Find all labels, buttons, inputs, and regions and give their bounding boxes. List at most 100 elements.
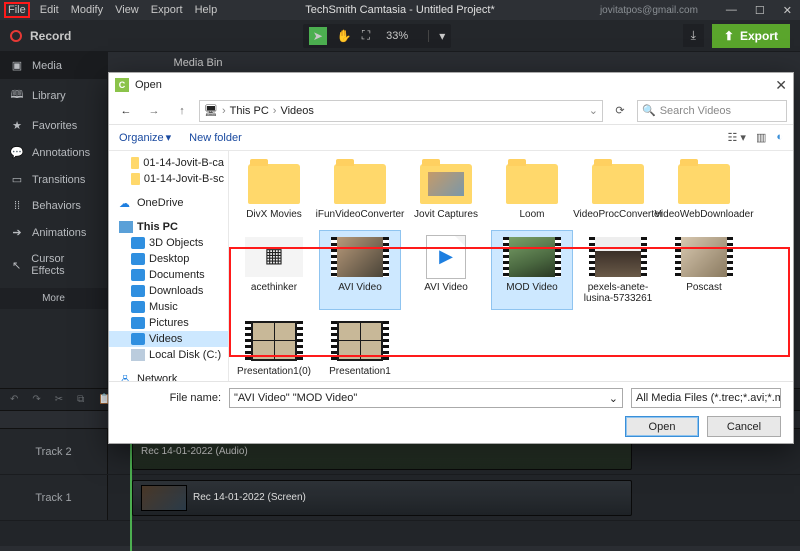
preview-pane-icon[interactable]: ▥ — [756, 131, 766, 144]
cut-icon[interactable]: ✂ — [55, 394, 63, 405]
open-button[interactable]: Open — [625, 416, 699, 437]
file-presentation1-0[interactable]: Presentation1(0) — [233, 314, 315, 382]
file-acethinker[interactable]: ▦acethinker — [233, 230, 315, 310]
zoom-value[interactable]: 33% — [380, 30, 429, 42]
breadcrumb[interactable]: 🖥› This PC› Videos ⌄ — [199, 100, 603, 122]
redo-icon[interactable]: ↷ — [32, 394, 40, 405]
dialog-close-icon[interactable]: ✕ — [775, 77, 787, 94]
star-icon: ★ — [10, 119, 24, 132]
tree-thispc[interactable]: This PC — [109, 219, 228, 235]
cancel-button[interactable]: Cancel — [707, 416, 781, 437]
window-controls: jovitatpos@gmail.com — ☐ ✕ — [600, 0, 792, 20]
nav-animations[interactable]: ➔Animations — [0, 219, 107, 246]
nav-behaviors[interactable]: ⁞⁞Behaviors — [0, 193, 107, 219]
hand-tool-icon[interactable]: ✋ — [337, 29, 352, 43]
tree-music[interactable]: Music — [109, 299, 228, 315]
nav-annotations[interactable]: 💬Annotations — [0, 139, 107, 166]
tree-pictures[interactable]: Pictures — [109, 315, 228, 331]
crumb-pc[interactable]: This PC — [230, 105, 269, 117]
tree-folder-1[interactable]: 01-14-Jovit-B-ca — [109, 155, 228, 171]
cursor-icon: ↖ — [10, 259, 23, 272]
file-pexels[interactable]: pexels-anete-lusina-5733261 — [577, 230, 659, 310]
play-icon: ▶ — [427, 236, 465, 278]
folder-videoproc[interactable]: VideoProcConverter — [577, 157, 659, 226]
tree-videos[interactable]: Videos — [109, 331, 228, 347]
maximize-icon[interactable]: ☐ — [755, 4, 765, 17]
file-grid[interactable]: DivX Movies iFunVideoConverter Jovit Cap… — [229, 151, 793, 381]
user-email: jovitatpos@gmail.com — [600, 5, 698, 16]
track-1-header[interactable]: Track 1 — [0, 475, 108, 520]
export-button[interactable]: ⬆Export — [712, 24, 790, 48]
folder-ifun[interactable]: iFunVideoConverter — [319, 157, 401, 226]
camtasia-logo-icon: C — [115, 78, 129, 92]
help-icon[interactable]: ◐ — [776, 131, 783, 144]
new-folder-button[interactable]: New folder — [189, 132, 242, 144]
tree-localdisk[interactable]: Local Disk (C:) — [109, 347, 228, 363]
minimize-icon[interactable]: — — [726, 4, 737, 16]
pc-icon: 🖥 — [204, 104, 218, 117]
dialog-footer: File name: "AVI Video" "MOD Video"⌄ All … — [109, 381, 793, 443]
share-button[interactable]: ⤓ — [683, 24, 704, 47]
nav-cursor-effects[interactable]: ↖Cursor Effects — [0, 246, 107, 284]
track-1[interactable]: Track 1 Rec 14-01-2022 (Screen) — [0, 475, 800, 521]
clip-video[interactable]: Rec 14-01-2022 (Screen) — [132, 480, 632, 516]
crumb-videos[interactable]: Videos — [280, 105, 313, 117]
folder-divx[interactable]: DivX Movies — [233, 157, 315, 226]
dialog-toolbar: Organize ▾ New folder ☷ ▾ ▥ ◐ — [109, 125, 793, 151]
tree-3dobjects[interactable]: 3D Objects — [109, 235, 228, 251]
menu-export[interactable]: Export — [151, 4, 183, 16]
file-avi-1[interactable]: AVI Video — [319, 230, 401, 310]
crop-tool-icon[interactable]: ⛶ — [362, 28, 370, 43]
back-icon[interactable]: ← — [115, 100, 137, 122]
nav-media[interactable]: ▣Media — [0, 52, 107, 79]
file-poscast[interactable]: Poscast — [663, 230, 745, 310]
tree-downloads[interactable]: Downloads — [109, 283, 228, 299]
organize-button[interactable]: Organize ▾ — [119, 131, 171, 144]
chevron-down-icon: ▾ — [166, 131, 172, 144]
menu-view[interactable]: View — [115, 4, 139, 16]
chevron-down-icon[interactable]: ⌄ — [609, 392, 618, 405]
menu-edit[interactable]: Edit — [40, 4, 59, 16]
nav-library[interactable]: 🕮Library — [0, 79, 107, 112]
menu-help[interactable]: Help — [195, 4, 218, 16]
nav-more[interactable]: More — [0, 288, 107, 309]
dialog-titlebar: C Open ✕ — [109, 73, 793, 97]
folder-loom[interactable]: Loom — [491, 157, 573, 226]
nav-favorites[interactable]: ★Favorites — [0, 112, 107, 139]
copy-icon[interactable]: ⧉ — [77, 394, 84, 405]
file-avi-2[interactable]: ▶AVI Video — [405, 230, 487, 310]
nav-transitions[interactable]: ▭Transitions — [0, 166, 107, 193]
filename-input[interactable]: "AVI Video" "MOD Video"⌄ — [229, 388, 623, 408]
up-icon[interactable]: ↑ — [171, 100, 193, 122]
network-icon: 🖧 — [119, 373, 133, 381]
undo-icon[interactable]: ↶ — [10, 394, 18, 405]
menu-modify[interactable]: Modify — [71, 4, 103, 16]
zoom-dropdown-icon[interactable]: ▾ — [439, 29, 445, 43]
cursor-tool-icon[interactable]: ➤ — [309, 27, 327, 45]
tree-onedrive[interactable]: ☁OneDrive — [109, 195, 228, 211]
onedrive-icon: ☁ — [119, 197, 133, 209]
file-mod[interactable]: MOD Video — [491, 230, 573, 310]
media-icon: ▣ — [10, 59, 24, 72]
behaviors-icon: ⁞⁞ — [10, 200, 24, 212]
refresh-icon[interactable]: ⟳ — [609, 100, 631, 122]
close-icon[interactable]: ✕ — [783, 4, 792, 17]
forward-icon[interactable]: → — [143, 100, 165, 122]
tree-network[interactable]: 🖧Network — [109, 371, 228, 381]
view-options-icon[interactable]: ☷ ▾ — [727, 131, 745, 144]
tree-desktop[interactable]: Desktop — [109, 251, 228, 267]
tree-folder-2[interactable]: 01-14-Jovit-B-sc — [109, 171, 228, 187]
folder-jovit[interactable]: Jovit Captures — [405, 157, 487, 226]
crumb-dropdown-icon[interactable]: ⌄ — [589, 104, 598, 117]
tree-documents[interactable]: Documents — [109, 267, 228, 283]
folder-videoweb[interactable]: VideoWebDownloader — [663, 157, 745, 226]
main-toolbar: Record ➤ ✋ ⛶ 33% ▾ ⤓ ⬆Export — [0, 20, 800, 52]
file-presentation1[interactable]: Presentation1 — [319, 314, 401, 382]
search-input[interactable]: 🔍Search Videos — [637, 100, 787, 122]
folder-tree[interactable]: 01-14-Jovit-B-ca 01-14-Jovit-B-sc ☁OneDr… — [109, 151, 229, 381]
filetype-select[interactable]: All Media Files (*.trec;*.avi;*.mp⌄ — [631, 388, 781, 408]
menu-file[interactable]: File — [4, 2, 30, 18]
record-button[interactable]: Record — [30, 29, 71, 43]
pc-icon — [119, 221, 133, 233]
track-2-header[interactable]: Track 2 — [0, 429, 108, 474]
